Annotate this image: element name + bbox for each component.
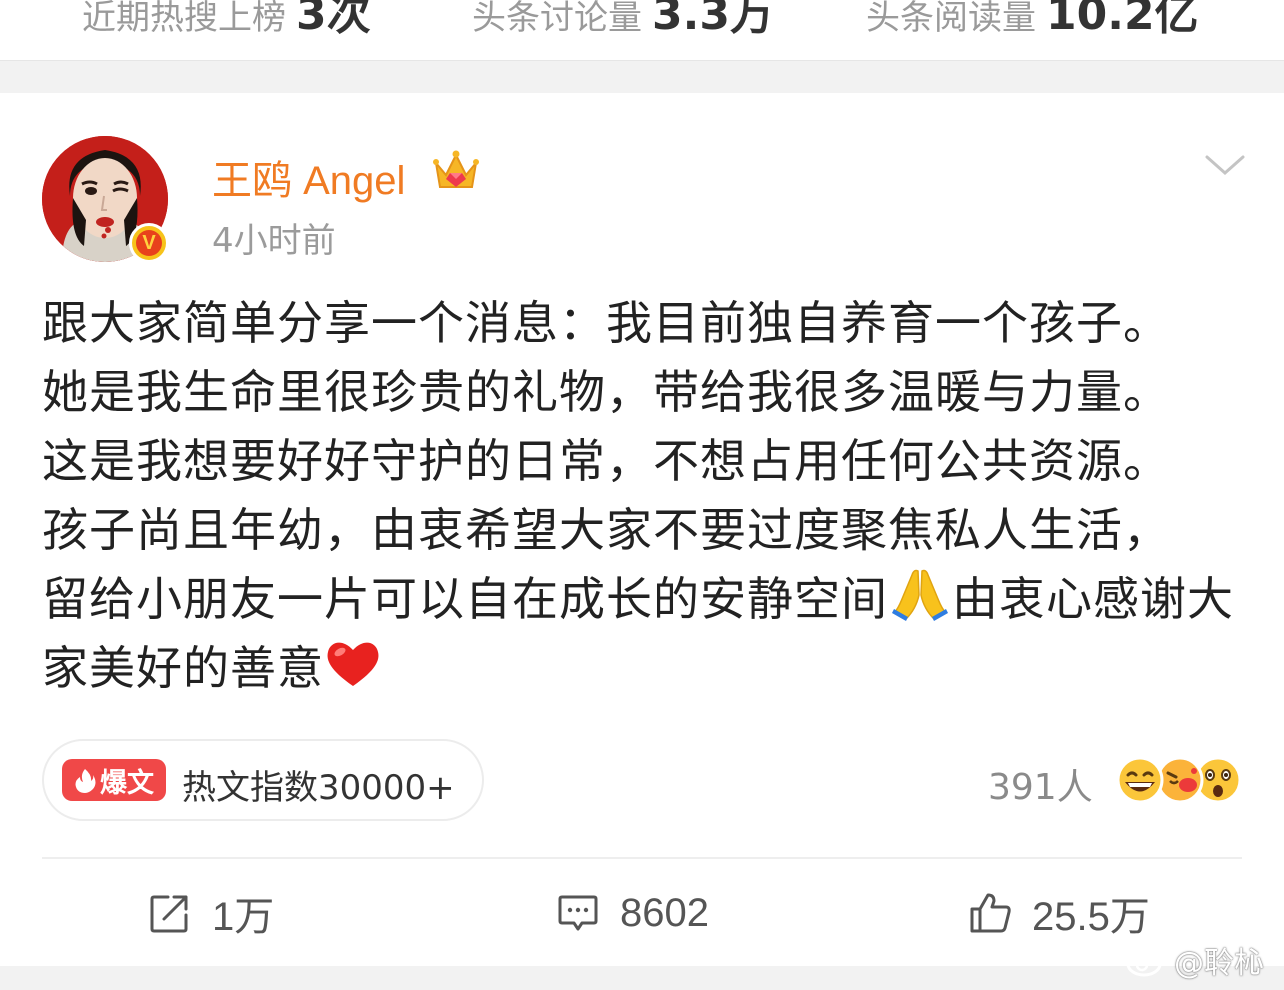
verified-badge-icon: V xyxy=(129,223,169,263)
post-text-segment: 由衷心感谢大 xyxy=(952,572,1234,626)
repost-count: 1万 xyxy=(212,895,275,939)
section-gap xyxy=(0,60,1284,94)
stat-value: 10.2亿 xyxy=(1046,0,1199,40)
hot-tag-label: 爆文 xyxy=(100,767,154,799)
hot-index-text: 热文指数30000+ xyxy=(182,768,455,808)
hot-article-index[interactable]: 爆文 热文指数30000+ xyxy=(42,739,484,821)
post-text-line: 这是我想要好好守护的日常，不想占用任何公共资源。 xyxy=(42,434,1170,488)
weibo-post-card: V 王鸥 Angel 4小时前 跟大家简单分享一个消息：我目前独自养育一个孩子。… xyxy=(0,93,1284,965)
stat-value: 3.3万 xyxy=(652,0,774,40)
heart-emoji-icon xyxy=(327,642,379,686)
post-body: 跟大家简单分享一个消息：我目前独自养育一个孩子。 她是我生命里很珍贵的礼物，带给… xyxy=(42,289,1252,703)
divider xyxy=(42,857,1242,859)
repost-icon xyxy=(150,895,188,933)
flame-icon xyxy=(75,769,96,793)
watermark-text: @聆杺 xyxy=(1174,946,1264,981)
top-stats-bar: 近期热搜上榜 3次 头条讨论量 3.3万 头条阅读量 10.2亿 xyxy=(0,0,1284,60)
hot-tag-badge: 爆文 xyxy=(62,759,166,801)
watermark: @聆杺 xyxy=(1126,938,1264,982)
section-gap xyxy=(0,966,1284,990)
post-text-line: 孩子尚且年幼，由衷希望大家不要过度聚焦私人生活， xyxy=(42,503,1170,557)
reactions-count[interactable]: 391人 xyxy=(988,758,1093,810)
weibo-eye-icon xyxy=(1126,946,1168,977)
post-text-line-with-emoji: 家美好的善意 xyxy=(42,634,1252,703)
stat-value: 3次 xyxy=(296,0,371,40)
post-text-segment: 家美好的善意 xyxy=(42,641,324,695)
like-count: 25.5万 xyxy=(1032,895,1150,939)
stat-label: 近期热搜上榜 xyxy=(82,0,286,38)
stat-label: 头条讨论量 xyxy=(472,0,642,38)
reaction-faces-icon[interactable] xyxy=(1114,755,1242,805)
post-text-line: 跟大家简单分享一个消息：我目前独自养育一个孩子。 xyxy=(42,296,1170,350)
post-text-line: 她是我生命里很珍贵的礼物，带给我很多温暖与力量。 xyxy=(42,365,1170,419)
like-button[interactable]: 25.5万 xyxy=(968,883,1150,943)
author-name[interactable]: 王鸥 Angel xyxy=(212,148,405,206)
comment-count: 8602 xyxy=(620,890,709,935)
comment-button[interactable]: 8602 xyxy=(556,883,709,943)
like-icon xyxy=(970,893,1011,933)
stat-discussion: 头条讨论量 3.3万 xyxy=(472,0,774,42)
post-text-line-with-emoji: 留给小朋友一片可以自在成长的安静空间 由衷心感谢大 xyxy=(42,565,1252,634)
stat-label: 头条阅读量 xyxy=(866,0,1036,38)
chevron-down-icon[interactable] xyxy=(1203,151,1247,181)
post-time: 4小时前 xyxy=(212,221,336,261)
stat-hot-search: 近期热搜上榜 3次 xyxy=(82,0,371,42)
repost-button[interactable]: 1万 xyxy=(148,883,274,943)
crown-icon[interactable] xyxy=(432,149,480,193)
pray-emoji-icon xyxy=(892,569,948,621)
stat-reads: 头条阅读量 10.2亿 xyxy=(866,0,1199,42)
post-text-segment: 留给小朋友一片可以自在成长的安静空间 xyxy=(42,572,888,626)
comment-icon xyxy=(558,895,598,931)
